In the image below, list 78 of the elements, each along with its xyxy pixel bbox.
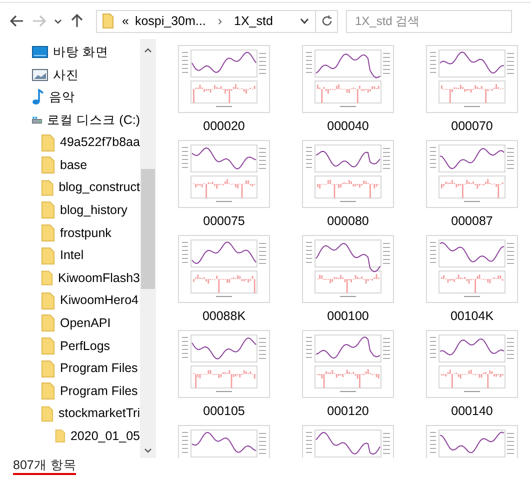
chart-thumbnail[interactable]	[426, 235, 518, 303]
nav-item[interactable]: 바탕 화면	[0, 41, 140, 64]
folder-icon	[55, 427, 66, 446]
picture-icon	[32, 68, 48, 81]
breadcrumb[interactable]: 1X_std	[234, 12, 273, 30]
folder-icon	[41, 246, 55, 265]
file-name[interactable]: 000080	[327, 212, 369, 231]
folder-icon	[102, 13, 114, 29]
breadcrumb[interactable]: kospi_30m...	[134, 12, 206, 30]
file-name[interactable]: 000075	[203, 212, 245, 231]
file-name[interactable]: 000020	[203, 117, 245, 136]
file-name[interactable]: 000105	[203, 402, 245, 421]
chart-thumbnail[interactable]	[178, 45, 270, 113]
music-note-icon	[32, 89, 44, 106]
nav-item[interactable]: blog_history	[0, 199, 140, 222]
nav-item[interactable]: frostpunk	[0, 222, 140, 244]
nav-item[interactable]: Intel	[0, 244, 140, 267]
chart-thumbnail[interactable]	[178, 140, 270, 208]
folder-icon	[41, 360, 55, 378]
nav-item[interactable]: 음악	[0, 86, 140, 109]
folder-icon	[41, 337, 55, 356]
nav-item[interactable]: 사진	[0, 64, 140, 86]
nav-item[interactable]: 로컬 디스크 (C:)	[0, 108, 140, 132]
chart-thumbnail[interactable]	[302, 235, 394, 303]
file-name[interactable]: 000140	[451, 402, 493, 421]
file-name[interactable]: 000040	[327, 117, 369, 136]
refresh-button[interactable]	[316, 10, 338, 32]
chart-thumbnail[interactable]	[426, 45, 518, 113]
file-name[interactable]: 000070	[451, 117, 493, 136]
overflow-chevron[interactable]: «	[122, 12, 129, 30]
scroll-thumb[interactable]	[141, 169, 155, 289]
folder-icon	[41, 156, 55, 174]
file-name[interactable]: 00088K	[202, 307, 246, 326]
nav-item[interactable]: Program Files	[0, 380, 140, 402]
nav-item[interactable]: base	[0, 154, 140, 177]
item-count: 807개 항목	[13, 458, 76, 475]
chevron-icon[interactable]	[300, 18, 309, 24]
nav-item[interactable]: 49a522f7b8aa	[0, 131, 140, 154]
nav-item[interactable]: blog_construct	[0, 176, 140, 200]
breadcrumb-separator[interactable]: ›	[218, 12, 222, 30]
nav-item[interactable]: Program Files	[0, 357, 140, 380]
file-name[interactable]: 00104K	[450, 307, 494, 326]
nav-item[interactable]: stockmarketTri	[0, 402, 140, 426]
chart-thumbnail[interactable]	[302, 140, 394, 208]
folder-icon	[41, 314, 55, 332]
chart-thumbnail[interactable]	[426, 330, 518, 398]
folder-icon	[41, 224, 55, 242]
scrollbar[interactable]	[140, 39, 156, 458]
folder-icon	[41, 404, 54, 423]
chart-thumbnail[interactable]	[178, 330, 270, 398]
nav-item[interactable]: OpenAPI	[0, 312, 140, 335]
chart-thumbnail[interactable]	[178, 235, 270, 303]
file-name[interactable]: 000120	[327, 402, 369, 421]
file-name[interactable]: 000087	[451, 212, 493, 231]
up-arrow-icon	[69, 13, 85, 29]
drive-icon	[32, 114, 42, 126]
folder-icon	[41, 382, 55, 400]
folder-icon	[41, 178, 54, 197]
chart-thumbnail[interactable]	[426, 140, 518, 208]
forward-arrow-icon	[31, 13, 47, 29]
scroll-down-icon[interactable]	[144, 448, 152, 454]
chevron-down-icon	[54, 18, 62, 24]
desktop-icon	[32, 46, 48, 58]
file-name[interactable]: 000100	[327, 307, 369, 326]
nav-item[interactable]: KiwoomFlash3	[0, 266, 140, 290]
folder-icon	[41, 269, 54, 288]
nav-item[interactable]: 2020_01_05	[0, 425, 140, 448]
nav-item[interactable]: KiwoomHero4	[0, 290, 140, 312]
chart-thumbnail[interactable]	[302, 45, 394, 113]
folder-icon	[41, 134, 55, 152]
back-arrow-icon	[9, 13, 25, 29]
nav-item[interactable]: PerfLogs	[0, 334, 140, 358]
refresh-icon	[320, 15, 332, 27]
search-field[interactable]: 1X_std 검색	[346, 10, 512, 32]
chart-thumbnail[interactable]	[302, 330, 394, 398]
folder-icon	[41, 201, 55, 220]
scroll-up-icon[interactable]	[144, 47, 152, 53]
folder-icon	[41, 292, 55, 310]
